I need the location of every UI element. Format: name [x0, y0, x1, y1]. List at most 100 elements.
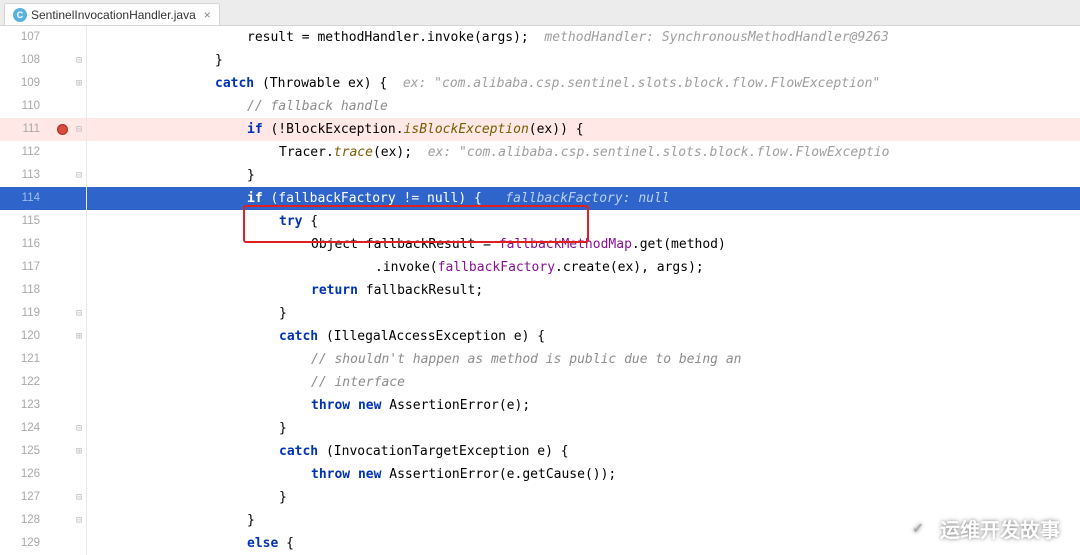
code-text[interactable]: Object fallbackResult = fallbackMethodMa… [87, 233, 1080, 256]
code-line[interactable]: 113⊟} [0, 164, 1080, 187]
close-icon[interactable]: × [204, 8, 211, 22]
line-number: 124 [0, 417, 52, 440]
breakpoint-gutter[interactable] [52, 164, 72, 187]
fold-toggle[interactable]: ⊞ [72, 440, 86, 463]
code-line[interactable]: 117 .invoke(fallbackFactory.create(ex), a… [0, 256, 1080, 279]
code-line[interactable]: 119 ⊟} [0, 302, 1080, 325]
code-text[interactable]: .invoke(fallbackFactory.create(ex), args… [87, 256, 1080, 279]
breakpoint-gutter[interactable] [52, 187, 72, 210]
code-line[interactable]: 115try { [0, 210, 1080, 233]
line-number: 125 [0, 440, 52, 463]
code-line[interactable]: 125 ⊞catch (InvocationTargetException e) … [0, 440, 1080, 463]
code-text[interactable]: result = methodHandler.invoke(args); met… [87, 26, 1080, 49]
fold-toggle[interactable]: ⊟ [72, 486, 86, 509]
code-line[interactable]: 122// interface [0, 371, 1080, 394]
fold-toggle[interactable]: ⊟ [72, 417, 86, 440]
line-number: 118 [0, 279, 52, 302]
line-number: 127 [0, 486, 52, 509]
code-text[interactable]: } [87, 164, 1080, 187]
code-line[interactable]: 112Tracer.trace(ex); ex: "com.alibaba.cs… [0, 141, 1080, 164]
file-tab[interactable]: C SentinelInvocationHandler.java × [4, 3, 220, 25]
breakpoint-gutter[interactable] [52, 72, 72, 95]
code-text[interactable]: Tracer.trace(ex); ex: "com.alibaba.csp.s… [87, 141, 1080, 164]
code-line[interactable]: 126 throw new AssertionError(e.getCause()… [0, 463, 1080, 486]
breakpoint-gutter[interactable] [52, 118, 72, 141]
fold-toggle [72, 141, 86, 164]
code-line[interactable]: 118 return fallbackResult; [0, 279, 1080, 302]
breakpoint-gutter[interactable] [52, 302, 72, 325]
code-text[interactable]: } [87, 486, 1080, 509]
breakpoint-gutter[interactable] [52, 26, 72, 49]
code-text[interactable]: } [87, 417, 1080, 440]
code-text[interactable]: catch (IllegalAccessException e) { [87, 325, 1080, 348]
breakpoint-gutter[interactable] [52, 95, 72, 118]
line-number: 128 [0, 509, 52, 532]
code-text[interactable]: // shouldn't happen as method is public … [87, 348, 1080, 371]
code-text[interactable]: // fallback handle [87, 95, 1080, 118]
fold-toggle[interactable]: ⊟ [72, 118, 86, 141]
code-line[interactable]: 114 if (fallbackFactory != null) { fallba… [0, 187, 1080, 210]
code-line[interactable]: 110// fallback handle [0, 95, 1080, 118]
breakpoint-gutter[interactable] [52, 394, 72, 417]
code-line[interactable]: 116 Object fallbackResult = fallbackMetho… [0, 233, 1080, 256]
code-line[interactable]: 120⊞catch (IllegalAccessException e) { [0, 325, 1080, 348]
code-line[interactable]: 109⊞catch (Throwable ex) { ex: "com.alib… [0, 72, 1080, 95]
code-line[interactable]: 108 ⊟} [0, 49, 1080, 72]
breakpoint-gutter[interactable] [52, 463, 72, 486]
fold-toggle [72, 256, 86, 279]
line-number: 119 [0, 302, 52, 325]
code-text[interactable]: if (!BlockException.isBlockException(ex)… [87, 118, 1080, 141]
code-line[interactable]: 107result = methodHandler.invoke(args); … [0, 26, 1080, 49]
code-line[interactable]: 121// shouldn't happen as method is publ… [0, 348, 1080, 371]
code-text[interactable]: } [87, 509, 1080, 532]
fold-toggle[interactable]: ⊞ [72, 325, 86, 348]
code-line[interactable]: 124 ⊟} [0, 417, 1080, 440]
line-number: 126 [0, 463, 52, 486]
fold-toggle[interactable]: ⊟ [72, 302, 86, 325]
code-text[interactable]: // interface [87, 371, 1080, 394]
code-text[interactable]: catch (Throwable ex) { ex: "com.alibaba.… [87, 72, 1080, 95]
fold-toggle [72, 279, 86, 302]
code-line[interactable]: 129else { [0, 532, 1080, 555]
breakpoint-gutter[interactable] [52, 440, 72, 463]
code-line[interactable]: 128 ⊟} [0, 509, 1080, 532]
code-text[interactable]: if (fallbackFactory != null) { fallbackF… [87, 187, 1080, 210]
fold-toggle[interactable]: ⊞ [72, 72, 86, 95]
fold-toggle[interactable]: ⊟ [72, 49, 86, 72]
breakpoint-gutter[interactable] [52, 348, 72, 371]
line-number: 116 [0, 233, 52, 256]
code-line[interactable]: 111⊟if (!BlockException.isBlockException… [0, 118, 1080, 141]
line-number: 108 [0, 49, 52, 72]
line-number: 117 [0, 256, 52, 279]
breakpoint-gutter[interactable] [52, 210, 72, 233]
fold-toggle [72, 532, 86, 555]
breakpoint-gutter[interactable] [52, 532, 72, 555]
breakpoint-gutter[interactable] [52, 256, 72, 279]
fold-toggle[interactable]: ⊟ [72, 164, 86, 187]
breakpoint-icon[interactable] [57, 124, 68, 135]
code-text[interactable]: throw new AssertionError(e.getCause()); [87, 463, 1080, 486]
breakpoint-gutter[interactable] [52, 233, 72, 256]
fold-toggle [72, 463, 86, 486]
breakpoint-gutter[interactable] [52, 486, 72, 509]
code-line[interactable]: 127 ⊟} [0, 486, 1080, 509]
fold-toggle[interactable]: ⊟ [72, 509, 86, 532]
breakpoint-gutter[interactable] [52, 325, 72, 348]
code-text[interactable]: } [87, 49, 1080, 72]
breakpoint-gutter[interactable] [52, 141, 72, 164]
breakpoint-gutter[interactable] [52, 279, 72, 302]
code-text[interactable]: else { [87, 532, 1080, 555]
code-text[interactable]: } [87, 302, 1080, 325]
fold-toggle [72, 394, 86, 417]
breakpoint-gutter[interactable] [52, 49, 72, 72]
code-text[interactable]: return fallbackResult; [87, 279, 1080, 302]
code-text[interactable]: try { [87, 210, 1080, 233]
breakpoint-gutter[interactable] [52, 371, 72, 394]
code-line[interactable]: 123throw new AssertionError(e); [0, 394, 1080, 417]
code-editor[interactable]: 107result = methodHandler.invoke(args); … [0, 26, 1080, 555]
line-number: 114 [0, 187, 52, 210]
breakpoint-gutter[interactable] [52, 509, 72, 532]
breakpoint-gutter[interactable] [52, 417, 72, 440]
code-text[interactable]: catch (InvocationTargetException e) { [87, 440, 1080, 463]
code-text[interactable]: throw new AssertionError(e); [87, 394, 1080, 417]
